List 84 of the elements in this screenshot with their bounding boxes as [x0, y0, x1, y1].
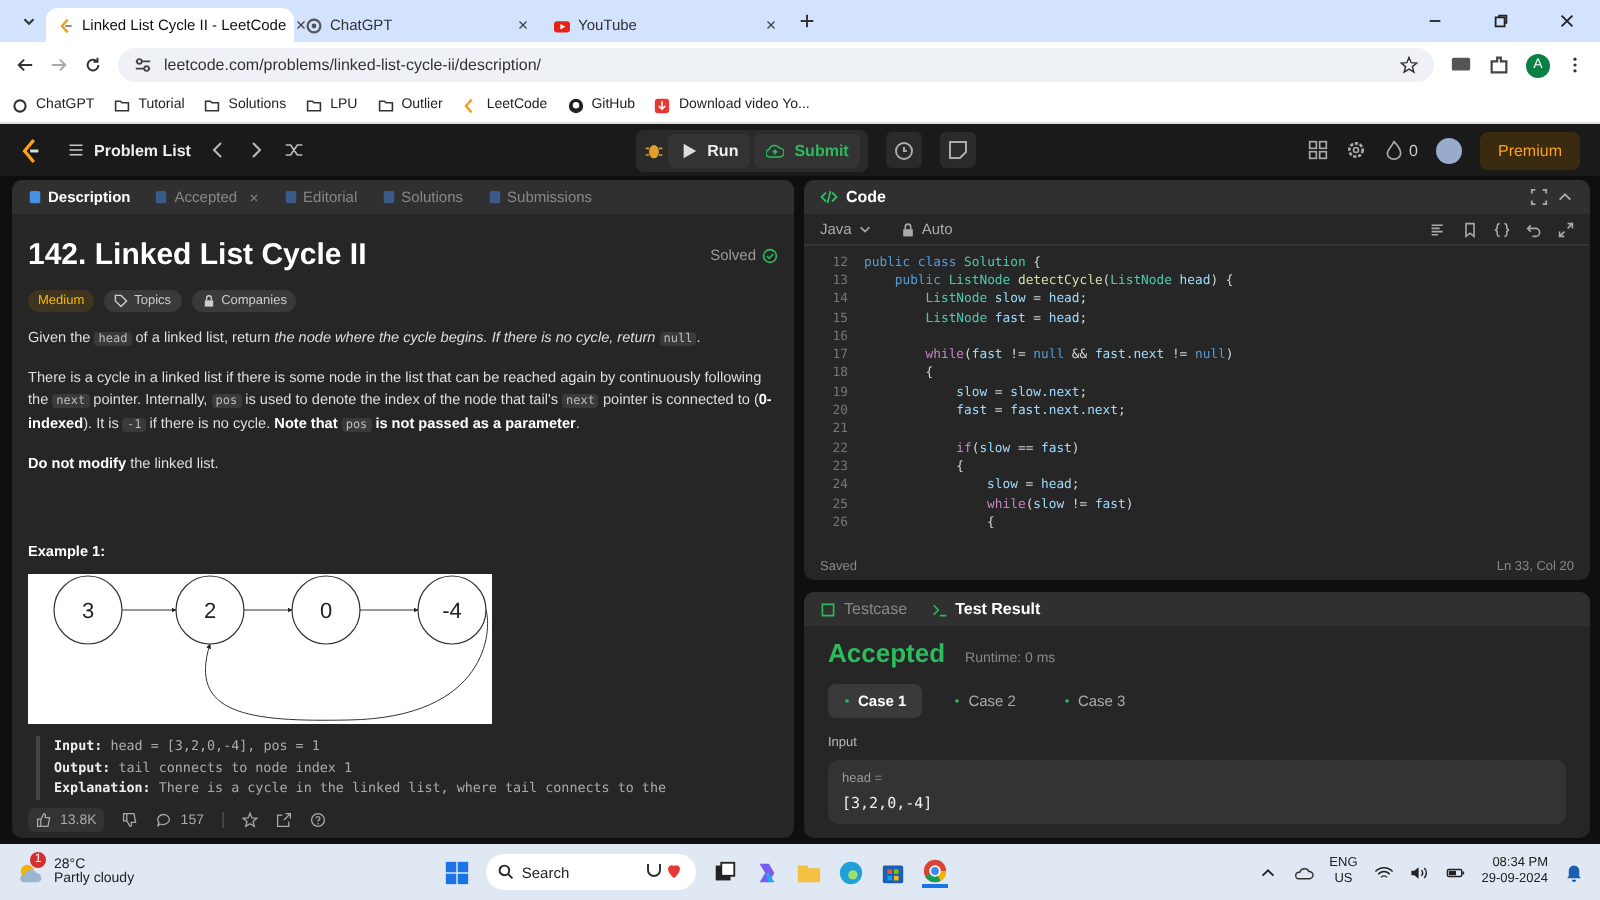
collapse-icon[interactable] [1556, 188, 1574, 206]
list-icon [68, 142, 84, 158]
new-tab-icon[interactable] [798, 12, 816, 30]
settings-icon[interactable] [1345, 140, 1366, 160]
thumbs-up-icon [36, 812, 52, 828]
panel-tab[interactable]: Testcase [820, 600, 908, 618]
tab-icon [381, 190, 396, 204]
folder-icon [114, 97, 131, 113]
task-view-icon[interactable] [711, 859, 738, 885]
download-icon [654, 97, 671, 113]
battery-icon[interactable] [1445, 863, 1466, 881]
list-node: 2 [175, 575, 245, 645]
expand-icon[interactable] [1558, 221, 1574, 237]
reload-icon[interactable] [84, 56, 102, 74]
arrow [359, 607, 419, 613]
arrow [121, 607, 177, 613]
url-text: leetcode.com/problems/linked-list-cycle-ii/description/ [164, 56, 542, 74]
comment-icon [156, 812, 173, 828]
bug-icon[interactable] [643, 140, 664, 160]
lock-icon [899, 221, 916, 237]
arrow [243, 607, 293, 613]
help-icon[interactable] [309, 812, 326, 828]
dot-icon [1063, 698, 1070, 704]
volume-icon[interactable] [1409, 863, 1430, 881]
terminal-icon [931, 601, 948, 617]
problem-title: 142. Linked List Cycle II [28, 238, 369, 272]
close-icon[interactable] [294, 18, 309, 32]
problem-list-link[interactable]: Problem List [68, 141, 191, 159]
verdict-text: Accepted [828, 638, 946, 668]
back-icon[interactable] [16, 56, 34, 74]
tab-icon [28, 190, 42, 204]
chevron-down-icon [857, 222, 872, 236]
panel-tab[interactable]: Test Result [931, 600, 1041, 618]
checkbox-icon [820, 601, 836, 617]
search-icon [497, 864, 514, 880]
dot-icon [954, 698, 961, 704]
lock-icon [201, 294, 216, 308]
close-icon[interactable] [516, 18, 530, 32]
format-icon[interactable] [1430, 221, 1446, 237]
site-settings-icon [134, 56, 152, 74]
user-avatar[interactable] [1435, 137, 1462, 163]
tag-icon [114, 294, 129, 308]
tab-icon [154, 190, 169, 204]
tab-icon [487, 190, 502, 204]
code-brackets-icon [820, 188, 838, 206]
restore-icon[interactable] [1492, 12, 1510, 30]
cloud-icon[interactable] [1293, 863, 1314, 881]
tab-icon [283, 190, 298, 204]
folder-icon [306, 97, 323, 113]
notification-bell-icon[interactable] [1564, 863, 1585, 881]
braces-icon[interactable] [1494, 221, 1510, 237]
note-icon[interactable] [940, 132, 977, 168]
next-icon[interactable] [246, 140, 267, 160]
layout-icon[interactable] [1307, 140, 1328, 160]
submit-button[interactable]: Submit [754, 133, 861, 167]
video-play-icon [554, 17, 570, 33]
star-icon[interactable] [241, 812, 258, 828]
address-bar[interactable]: leetcode.com/problems/linked-list-cycle-ii/description/ [118, 48, 1434, 82]
dot-icon [844, 698, 850, 704]
extensions-icon[interactable] [1488, 54, 1510, 76]
panel-title: Code [846, 188, 886, 206]
folder-icon [377, 97, 394, 113]
thumbs-down-icon[interactable] [122, 812, 139, 828]
play-icon [679, 141, 698, 159]
windows-start-icon[interactable] [443, 859, 470, 885]
shuffle-icon[interactable] [284, 140, 305, 160]
maximize-icon[interactable] [1530, 188, 1548, 206]
cloud-upload-icon [766, 141, 785, 159]
run-button[interactable]: Run [667, 133, 751, 167]
close-icon[interactable] [764, 18, 778, 32]
undo-icon[interactable] [1526, 221, 1542, 237]
alarm-clock-icon[interactable] [886, 132, 923, 168]
list-node: 0 [291, 575, 361, 645]
bookmark-star-icon[interactable] [1400, 56, 1418, 74]
folder-icon [204, 97, 221, 113]
streak-count: 0 [1409, 141, 1418, 159]
bookmark-icon[interactable] [1462, 221, 1478, 237]
list-node: -4 [417, 575, 487, 645]
list-node: 3 [53, 575, 123, 645]
check-circle-icon [762, 247, 778, 263]
close-icon[interactable] [1558, 12, 1576, 30]
wifi-icon[interactable] [1373, 863, 1394, 881]
share-icon[interactable] [275, 812, 292, 828]
premium-button[interactable]: Premium [1479, 131, 1580, 169]
